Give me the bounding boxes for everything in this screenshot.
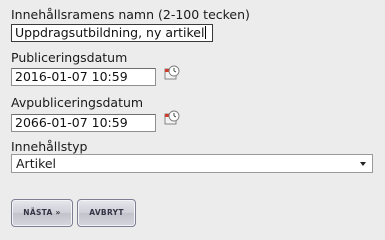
publish-date-input[interactable]: 2016-01-07 10:59 (11, 68, 156, 86)
content-type-select[interactable]: Artikel (11, 154, 373, 173)
unpublish-date-calendar-icon[interactable] (162, 109, 180, 127)
content-name-label: Innehållsramens namn (2-100 tecken) (11, 7, 250, 22)
unpublish-date-label: Avpubliceringsdatum (11, 95, 144, 110)
next-button[interactable]: NÄSTA » (11, 199, 73, 227)
content-type-label: Innehållstyp (11, 139, 88, 154)
content-name-input[interactable]: Uppdragsutbildning, ny artikel (11, 24, 213, 42)
publish-date-label: Publiceringsdatum (11, 50, 128, 65)
content-name-value: Uppdragsutbildning, ny artikel (15, 25, 205, 40)
cancel-button[interactable]: AVBRYT (77, 199, 136, 227)
unpublish-date-input[interactable]: 2066-01-07 10:59 (11, 114, 156, 132)
chevron-down-icon (360, 162, 366, 166)
text-caret (205, 26, 207, 39)
content-type-selected-value: Artikel (16, 156, 57, 171)
publish-date-calendar-icon[interactable] (162, 64, 180, 82)
